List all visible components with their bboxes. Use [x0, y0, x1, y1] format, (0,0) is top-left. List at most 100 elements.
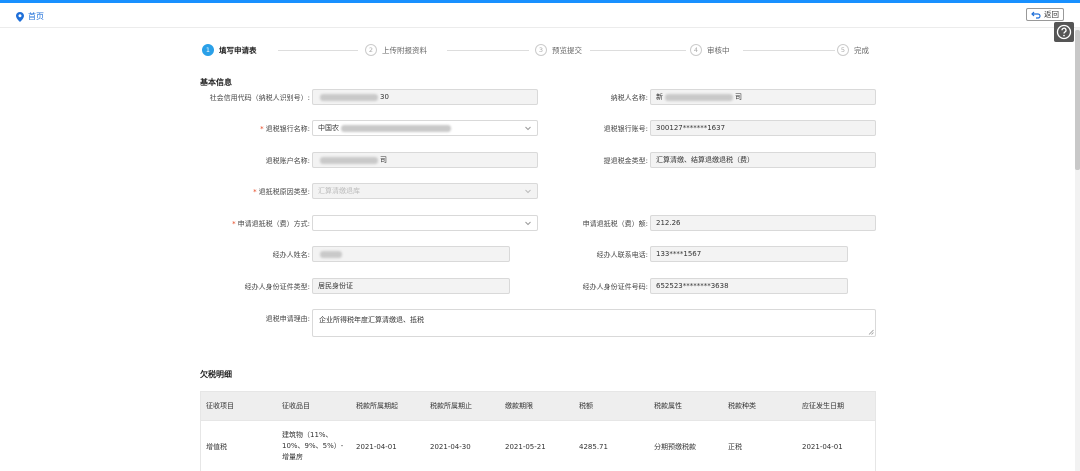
section-title-arrears: 欠税明细 — [200, 370, 232, 379]
redacted-mask — [320, 250, 342, 258]
scrollbar-thumb[interactable] — [1075, 30, 1080, 170]
step-connector — [590, 50, 686, 51]
reason-type-placeholder: 汇算清缴退库 — [318, 187, 360, 195]
handler-name-label: 经办人姓名: — [272, 251, 310, 259]
required-mark: * — [260, 125, 264, 133]
chevron-down-icon — [525, 126, 531, 131]
reason-textarea[interactable]: 企业所得税年度汇算清缴退、抵税 — [312, 309, 876, 337]
refund-type-field: 汇算清缴、结算退缴退税（费） — [650, 152, 876, 168]
handler-name-field — [312, 246, 510, 262]
step-preview: 3 预览提交 — [535, 44, 582, 56]
reason-type-label: * 退抵税原因类型: — [253, 188, 310, 196]
question-icon — [1056, 24, 1072, 40]
table-row: 增值税 建筑物（11%、10%、9%、5%）-增量房 2021-04-01 20… — [201, 420, 875, 471]
column-header: 税额 — [579, 402, 593, 410]
credit-code-label: 社会信用代码（纳税人识别号）: — [209, 94, 310, 102]
home-label: 首页 — [28, 12, 44, 21]
step-done: 5 完成 — [837, 44, 869, 56]
step-number: 2 — [365, 44, 377, 56]
id-number-field: 652523********3638 — [650, 278, 848, 294]
home-link[interactable]: 首页 — [16, 11, 44, 22]
top-bar: 首页 返回 — [0, 0, 1080, 28]
amount-label: 申请退抵税（费）额: — [582, 220, 648, 228]
taxpayer-name-label: 纳税人名称: — [610, 94, 648, 102]
redacted-mask — [320, 156, 378, 164]
table-cell: 正税 — [728, 442, 742, 451]
taxpayer-name-field: 新 司 — [650, 89, 876, 105]
handler-phone-field: 133****1567 — [650, 246, 848, 262]
credit-code-value: 30 — [380, 93, 389, 101]
refund-type-label: 提退税金类型: — [603, 157, 648, 165]
refund-bank-select[interactable]: 中国农 — [312, 120, 538, 136]
return-arrow-icon — [1031, 11, 1041, 19]
step-review: 4 审核中 — [690, 44, 730, 56]
required-mark: * — [253, 188, 257, 196]
redacted-mask — [341, 124, 451, 132]
step-label: 填写申请表 — [219, 45, 257, 55]
account-name-suffix: 司 — [380, 156, 387, 164]
taxpayer-name-suffix: 司 — [735, 93, 742, 101]
column-header: 税款所属期止 — [430, 402, 472, 410]
table-header: 征收项目 征收品目 税款所属期起 税款所属期止 缴款期限 税额 税款属性 税款种… — [201, 392, 875, 420]
id-number-value: 652523********3638 — [656, 282, 729, 290]
progress-steps: 1 填写申请表 2 上传附报资料 3 预览提交 4 审核中 5 完成 — [200, 44, 890, 58]
arrears-table: 征收项目 征收品目 税款所属期起 税款所属期止 缴款期限 税额 税款属性 税款种… — [200, 391, 876, 471]
column-header: 缴款期限 — [505, 402, 533, 410]
chevron-down-icon — [525, 189, 531, 194]
taxpayer-name-prefix: 新 — [656, 93, 663, 101]
step-label: 预览提交 — [552, 45, 582, 55]
refund-bank-value: 中国农 — [318, 124, 339, 132]
chevron-down-icon — [525, 221, 531, 226]
table-cell: 分期预缴税款 — [654, 442, 696, 451]
help-button[interactable] — [1054, 22, 1074, 42]
step-upload: 2 上传附报资料 — [365, 44, 427, 56]
column-header: 征收项目 — [206, 402, 234, 410]
refund-account-field: 300127*******1637 — [650, 120, 876, 136]
section-title-basic: 基本信息 — [200, 78, 232, 87]
column-header: 税款所属期起 — [356, 402, 398, 410]
step-fill-form: 1 填写申请表 — [202, 44, 257, 56]
back-button[interactable]: 返回 — [1026, 8, 1064, 21]
table-cell: 2021-05-21 — [505, 442, 546, 451]
reason-type-select[interactable]: 汇算清缴退库 — [312, 183, 538, 199]
back-label: 返回 — [1044, 10, 1059, 19]
step-label: 上传附报资料 — [382, 45, 427, 55]
amount-value: 212.26 — [656, 219, 681, 227]
amount-field: 212.26 — [650, 215, 876, 231]
step-label: 审核中 — [707, 45, 730, 55]
id-number-label: 经办人身份证件号码: — [582, 283, 648, 291]
handler-phone-label: 经办人联系电话: — [596, 251, 648, 259]
step-connector — [447, 50, 529, 51]
redacted-mask — [320, 93, 378, 101]
table-cell: 4285.71 — [579, 442, 608, 451]
reason-value: 企业所得税年度汇算清缴退、抵税 — [319, 316, 424, 324]
credit-code-field: 30 — [312, 89, 538, 105]
step-label: 完成 — [854, 45, 869, 55]
step-connector — [743, 50, 835, 51]
reason-label: 退税申请理由: — [265, 315, 310, 323]
refund-bank-label: * 退税银行名称: — [260, 125, 310, 133]
refund-type-value: 汇算清缴、结算退缴退税（费） — [656, 156, 754, 164]
method-select[interactable] — [312, 215, 538, 231]
column-header: 税款属性 — [654, 402, 682, 410]
table-cell: 建筑物（11%、10%、9%、5%）-增量房 — [282, 431, 344, 461]
required-mark: * — [232, 220, 236, 228]
step-number: 5 — [837, 44, 849, 56]
handler-phone-value: 133****1567 — [656, 250, 702, 258]
id-type-field: 居民身份证 — [312, 278, 510, 294]
table-cell: 2021-04-30 — [430, 442, 471, 451]
resize-handle-icon[interactable] — [868, 329, 874, 335]
location-pin-icon — [16, 11, 24, 22]
id-type-value: 居民身份证 — [318, 282, 353, 290]
account-name-label: 退税账户名称: — [265, 157, 310, 165]
id-type-label: 经办人身份证件类型: — [244, 283, 310, 291]
step-number: 3 — [535, 44, 547, 56]
step-connector — [278, 50, 358, 51]
table-cell: 2021-04-01 — [356, 442, 397, 451]
redacted-mask — [665, 93, 733, 101]
column-header: 征收品目 — [282, 402, 310, 410]
column-header: 税款种类 — [728, 402, 756, 410]
step-number: 1 — [202, 44, 214, 56]
table-cell: 增值税 — [206, 442, 227, 451]
refund-account-value: 300127*******1637 — [656, 124, 726, 132]
